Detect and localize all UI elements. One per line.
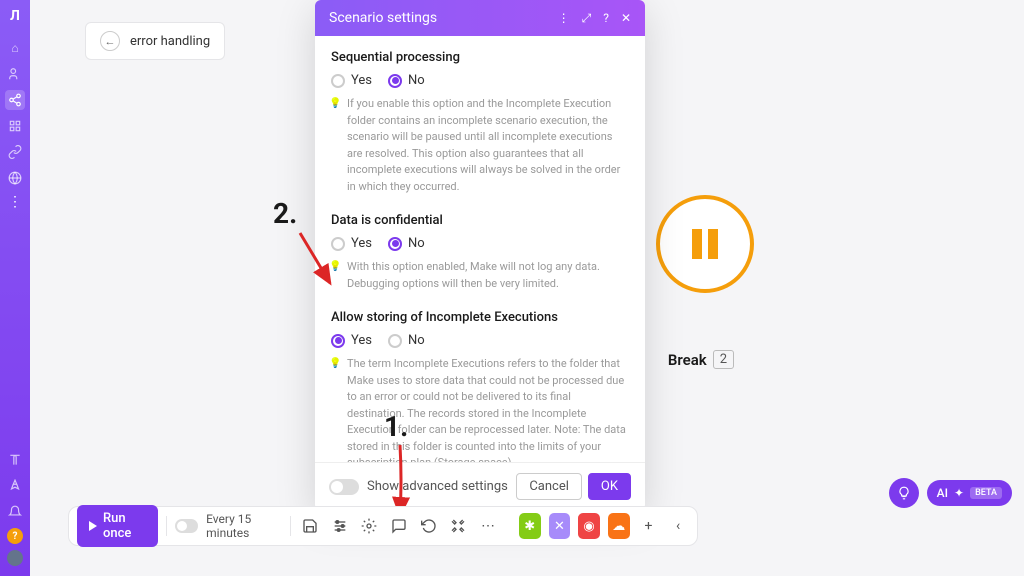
- hint-text: If you enable this option and the Incomp…: [331, 96, 629, 195]
- ok-button[interactable]: OK: [588, 473, 631, 500]
- add-icon[interactable]: +: [638, 513, 660, 539]
- hint-text: The term Incomplete Executions refers to…: [331, 356, 629, 462]
- breadcrumb: ← error handling: [85, 22, 225, 60]
- sidebar-link-icon[interactable]: [5, 142, 25, 162]
- modal-body: Sequential processing Yes No If you enab…: [315, 36, 645, 462]
- pause-icon: [692, 229, 718, 259]
- schedule-label: Every 15 minutes: [206, 512, 282, 540]
- settings-icon[interactable]: [358, 513, 380, 539]
- schedule-toggle[interactable]: [175, 519, 198, 533]
- setting-allow-incomplete: Allow storing of Incomplete Executions Y…: [331, 310, 629, 462]
- hint-text: With this option enabled, Make will not …: [331, 259, 629, 292]
- sidebar-share-icon[interactable]: [5, 90, 25, 110]
- notes-icon[interactable]: [388, 513, 410, 539]
- sidebar-rocket-icon[interactable]: [5, 476, 25, 496]
- modal-title: Scenario settings: [329, 10, 437, 26]
- setting-data-confidential: Data is confidential Yes No With this op…: [331, 213, 629, 292]
- collapse-icon[interactable]: ‹: [667, 513, 689, 539]
- history-icon[interactable]: [418, 513, 440, 539]
- sidebar-more-icon[interactable]: ⋮: [8, 194, 22, 210]
- sidebar-home-icon[interactable]: ⌂: [5, 38, 25, 58]
- radio-no[interactable]: No: [388, 236, 425, 251]
- scenario-settings-modal: Scenario settings ⋮ ⤢ ? ✕ Sequential pro…: [315, 0, 645, 510]
- sidebar-book-icon[interactable]: [5, 450, 25, 470]
- breadcrumb-label: error handling: [130, 34, 210, 49]
- logo: Л: [10, 8, 20, 24]
- modal-footer: Show advanced settings Cancel OK: [315, 462, 645, 510]
- radio-no[interactable]: No: [388, 333, 425, 348]
- save-icon[interactable]: [299, 513, 321, 539]
- advanced-label: Show advanced settings: [367, 479, 508, 494]
- controls-icon[interactable]: [329, 513, 351, 539]
- cancel-button[interactable]: Cancel: [516, 473, 582, 500]
- ai-pills: AI ✦ BETA: [889, 478, 1012, 508]
- setting-sequential-processing: Sequential processing Yes No If you enab…: [331, 50, 629, 195]
- module-orange-icon[interactable]: ☁: [608, 513, 630, 539]
- modal-header: Scenario settings ⋮ ⤢ ? ✕: [315, 0, 645, 36]
- annotation-step-1: 1.: [384, 410, 408, 443]
- sidebar-bell-icon[interactable]: [5, 502, 25, 522]
- radio-yes[interactable]: Yes: [331, 73, 372, 88]
- more-tools-icon[interactable]: ⋯: [477, 513, 499, 539]
- module-purple-icon[interactable]: ✕: [549, 513, 571, 539]
- play-icon: [89, 521, 97, 531]
- node-label: Break 2: [668, 350, 734, 369]
- sidebar-puzzle-icon[interactable]: [5, 116, 25, 136]
- module-red-icon[interactable]: ◉: [578, 513, 600, 539]
- lightbulb-button[interactable]: [889, 478, 919, 508]
- radio-yes[interactable]: Yes: [331, 333, 372, 348]
- left-sidebar: Л ⌂ ⋮ ?: [0, 0, 30, 576]
- sidebar-team-icon[interactable]: [5, 64, 25, 84]
- beta-badge: BETA: [970, 487, 1002, 499]
- bottom-toolbar: Run once Every 15 minutes ⋯ ✱ ✕ ◉ ☁ + ‹: [68, 506, 698, 546]
- node-badge: 2: [713, 350, 734, 369]
- radio-yes[interactable]: Yes: [331, 236, 372, 251]
- annotation-step-2: 2.: [273, 197, 297, 230]
- sidebar-avatar[interactable]: [7, 550, 23, 566]
- more-icon[interactable]: ⋮: [558, 11, 570, 26]
- back-icon[interactable]: ←: [100, 31, 120, 51]
- close-icon[interactable]: ✕: [621, 11, 631, 26]
- ai-button[interactable]: AI ✦ BETA: [927, 480, 1012, 506]
- sparkle-icon: ✦: [954, 486, 964, 500]
- radio-no[interactable]: No: [388, 73, 425, 88]
- module-green-icon[interactable]: ✱: [519, 513, 541, 539]
- break-node[interactable]: [656, 195, 754, 293]
- sidebar-help-icon[interactable]: ?: [7, 528, 23, 544]
- run-once-button[interactable]: Run once: [77, 505, 158, 547]
- tools-icon[interactable]: [448, 513, 470, 539]
- advanced-toggle[interactable]: [329, 479, 359, 495]
- sidebar-globe-icon[interactable]: [5, 168, 25, 188]
- help-icon[interactable]: ?: [603, 11, 609, 26]
- expand-icon[interactable]: ⤢: [582, 11, 592, 26]
